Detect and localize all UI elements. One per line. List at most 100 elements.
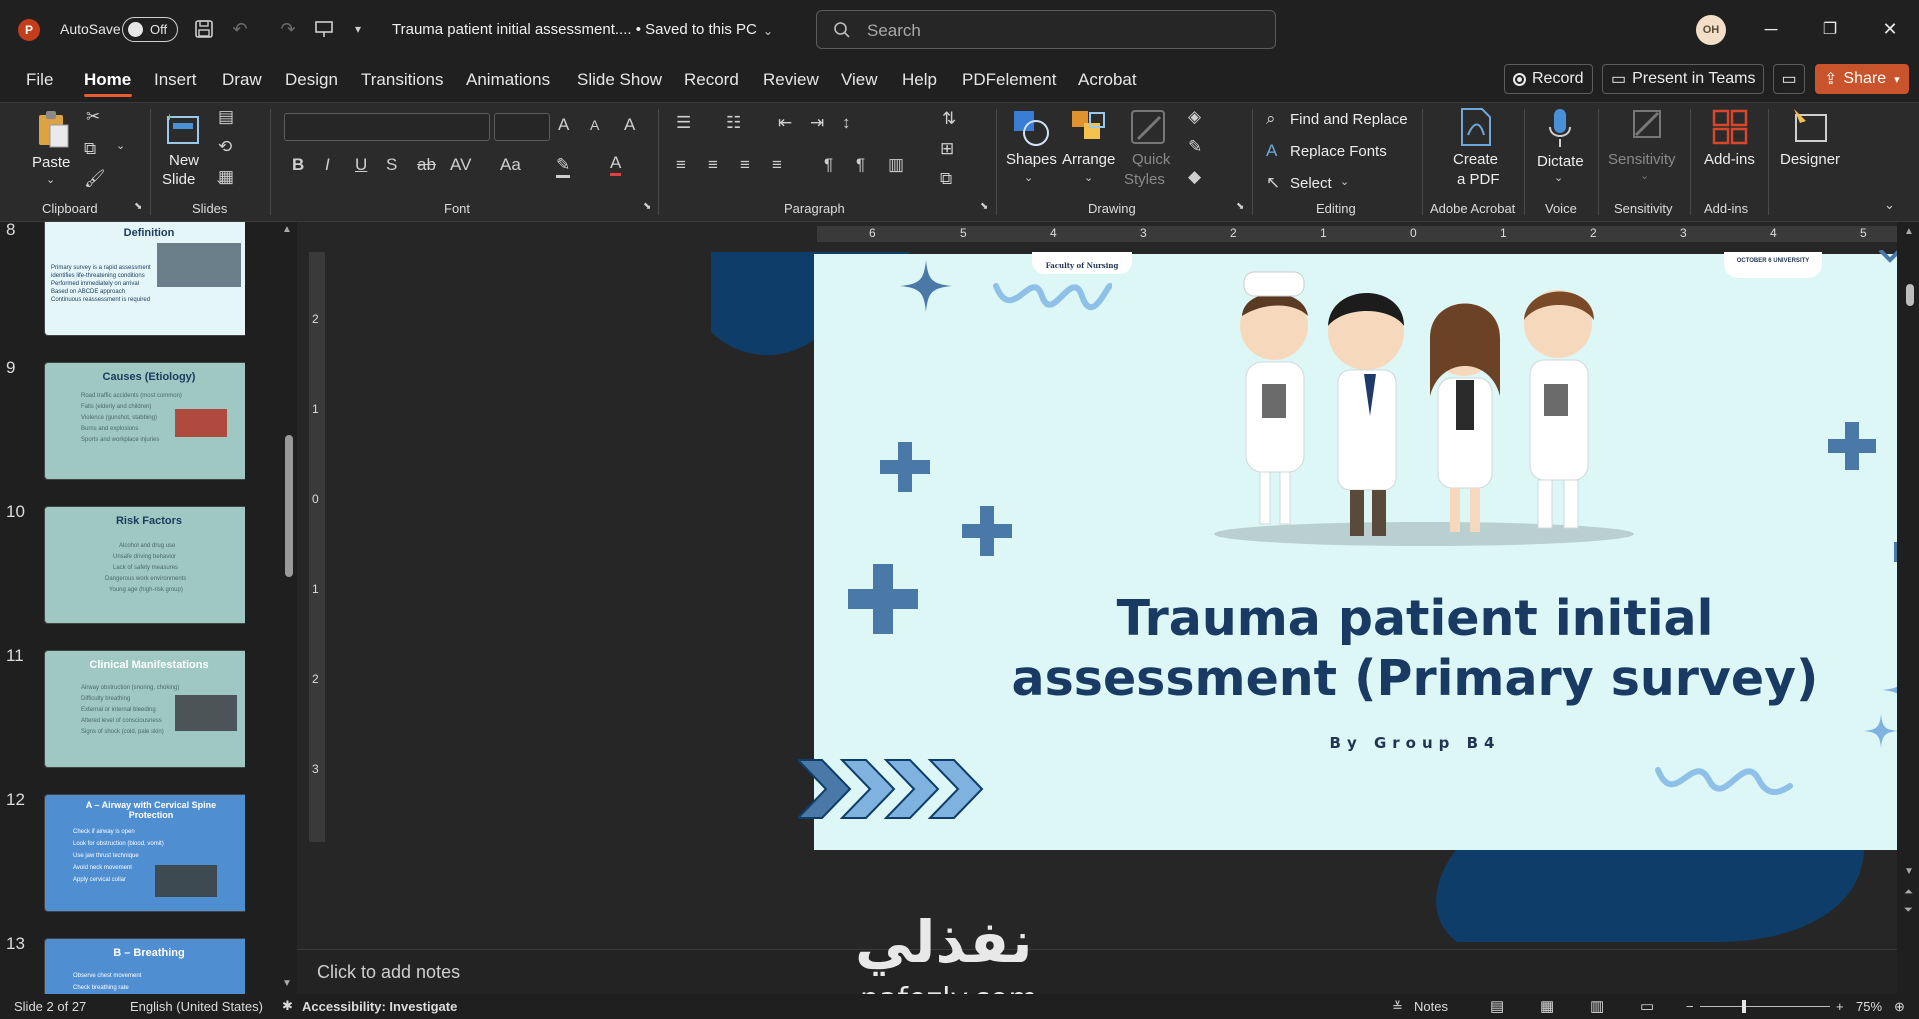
arrange-label[interactable]: Arrange [1062, 151, 1115, 169]
text-direction-icon[interactable]: ⇅ [942, 109, 956, 129]
record-button[interactable]: Record [1504, 64, 1593, 94]
collapse-ribbon-icon[interactable]: ⌄ [1884, 197, 1895, 213]
dialog-launcher-icon[interactable]: ⬊ [643, 201, 651, 212]
align-text-icon[interactable]: ⊞ [940, 139, 954, 159]
slide-thumbnail-11[interactable]: Clinical Manifestations Airway obstructi… [44, 650, 245, 768]
bullets-icon[interactable]: ☰ [676, 113, 691, 133]
slide-title[interactable]: Trauma patient initial assessment (Prima… [814, 589, 1897, 709]
format-painter-icon[interactable]: 🖌 [84, 169, 106, 189]
slide-sorter-icon[interactable]: ▦ [1540, 997, 1554, 1015]
shadow-icon[interactable]: S [386, 155, 397, 175]
replace-fonts-icon[interactable]: A [1266, 141, 1277, 161]
save-icon[interactable] [192, 17, 216, 41]
numbering-icon[interactable]: ☷ [726, 113, 741, 133]
next-slide-icon[interactable]: ⏷ [1904, 904, 1913, 917]
chevron-down-icon[interactable]: ⌄ [1024, 171, 1033, 184]
shape-outline-icon[interactable]: ✎ [1188, 137, 1202, 157]
tab-design[interactable]: Design [285, 70, 338, 90]
designer-button[interactable]: Designer [1780, 151, 1840, 169]
tab-home[interactable]: Home [84, 70, 131, 90]
slide-show-icon[interactable]: ▭ [1640, 997, 1654, 1015]
tab-transitions[interactable]: Transitions [361, 70, 444, 90]
autosave-toggle[interactable]: Off [122, 17, 178, 42]
shapes-icon[interactable] [1012, 109, 1050, 147]
avatar[interactable]: OH [1696, 15, 1726, 45]
chevron-down-icon[interactable]: ⌄ [756, 19, 780, 43]
present-in-teams-button[interactable]: ▭ Present in Teams [1602, 64, 1765, 94]
canvas-scrollbar-thumb[interactable] [1906, 284, 1914, 306]
chevron-down-icon[interactable]: ⌄ [1640, 169, 1649, 182]
accessibility-status[interactable]: Accessibility: Investigate [302, 999, 457, 1014]
thumbnail-scrollbar[interactable]: ▲ ▼ [281, 222, 293, 994]
tab-draw[interactable]: Draw [222, 70, 262, 90]
quick-styles-icon[interactable] [1130, 109, 1168, 147]
scroll-up-icon[interactable]: ▲ [1904, 226, 1914, 237]
tab-help[interactable]: Help [902, 70, 937, 90]
dialog-launcher-icon[interactable]: ⬊ [1236, 201, 1244, 212]
scroll-down-icon[interactable]: ▼ [1904, 866, 1914, 877]
shape-effects-icon[interactable]: ◆ [1188, 167, 1201, 187]
dialog-launcher-icon[interactable]: ⬊ [980, 201, 988, 212]
font-name-field[interactable] [284, 113, 490, 141]
quick-styles-label[interactable]: Quick [1132, 151, 1170, 169]
undo-icon[interactable]: ↶ [228, 17, 252, 41]
shrink-font-icon[interactable]: A [590, 117, 599, 133]
paste-icon[interactable] [36, 109, 70, 149]
justify-icon[interactable]: ≡ [772, 155, 782, 175]
underline-icon[interactable]: U [355, 155, 367, 175]
strikethrough-icon[interactable]: ab [417, 155, 436, 175]
paste-label[interactable]: Paste [32, 154, 70, 172]
add-ins-button[interactable]: Add-ins [1704, 151, 1755, 169]
slide[interactable]: Faculty of Nursing OCTOBER 6 UNIVERSITY [798, 250, 1897, 850]
slide-thumbnail-10[interactable]: Risk Factors Alcohol and drug use Unsafe… [44, 506, 245, 624]
align-center-icon[interactable]: ≡ [708, 155, 718, 175]
new-slide-label-2[interactable]: Slide [162, 171, 195, 189]
scroll-up-icon[interactable]: ▲ [282, 224, 292, 235]
shape-fill-icon[interactable]: ◈ [1188, 107, 1201, 127]
restore-icon[interactable]: ❐ [1815, 14, 1845, 44]
notes-pane[interactable]: Click to add notes [297, 949, 1897, 994]
slide-thumbnail-13[interactable]: B – Breathing Observe chest movement Che… [44, 938, 245, 994]
smartart-icon[interactable]: ⧉ [940, 169, 952, 189]
present-from-start-icon[interactable] [312, 17, 336, 41]
normal-view-icon[interactable]: ▤ [1490, 997, 1504, 1015]
customize-qat-icon[interactable]: ▾ [346, 17, 370, 41]
tab-animations[interactable]: Animations [466, 70, 550, 90]
redo-icon[interactable]: ↷ [276, 17, 300, 41]
dictate-button[interactable]: Dictate [1537, 153, 1584, 171]
section-icon[interactable]: ▦ [218, 167, 234, 187]
columns-icon[interactable]: ▥ [888, 155, 904, 175]
copy-icon[interactable]: ⧉ [84, 139, 96, 159]
fit-to-window-icon[interactable]: ⊕ [1894, 999, 1905, 1015]
document-title[interactable]: Trauma patient initial assessment.... • … [392, 21, 757, 38]
notes-toggle[interactable]: Notes [1414, 999, 1448, 1014]
find-replace-button[interactable]: Find and Replace [1290, 111, 1408, 129]
scrollbar-thumb[interactable] [285, 435, 293, 577]
slide-subtitle[interactable]: By Group B4 [814, 734, 1897, 752]
create-pdf-label[interactable]: Create [1453, 151, 1498, 169]
arrange-icon[interactable] [1070, 109, 1108, 147]
tab-file[interactable]: File [26, 70, 53, 90]
reset-icon[interactable]: ⟲ [218, 137, 232, 157]
italic-icon[interactable]: I [325, 155, 330, 175]
new-slide-icon[interactable]: + [164, 111, 202, 147]
replace-fonts-button[interactable]: Replace Fonts [1290, 143, 1387, 161]
tab-record[interactable]: Record [684, 70, 739, 90]
grow-font-icon[interactable]: A [558, 115, 569, 135]
zoom-out-icon[interactable]: − [1686, 999, 1694, 1014]
tab-slide-show[interactable]: Slide Show [577, 70, 662, 90]
quick-styles-label-2[interactable]: Styles [1124, 171, 1165, 189]
highlight-icon[interactable]: ✎ [556, 155, 571, 178]
font-size-field[interactable] [494, 113, 550, 141]
new-slide-label[interactable]: New [169, 152, 199, 170]
tab-acrobat[interactable]: Acrobat [1078, 70, 1137, 90]
bold-icon[interactable]: B [292, 155, 304, 175]
scroll-down-icon[interactable]: ▼ [282, 978, 292, 989]
align-left-icon[interactable]: ≡ [676, 155, 686, 175]
close-icon[interactable]: ✕ [1875, 14, 1905, 44]
font-color-icon[interactable]: A [610, 153, 622, 176]
tab-pdfelement[interactable]: PDFelement [962, 70, 1056, 90]
cut-icon[interactable]: ✂ [86, 107, 100, 127]
dialog-launcher-icon[interactable]: ⬊ [134, 201, 142, 212]
zoom-slider[interactable] [1700, 1000, 1830, 1013]
